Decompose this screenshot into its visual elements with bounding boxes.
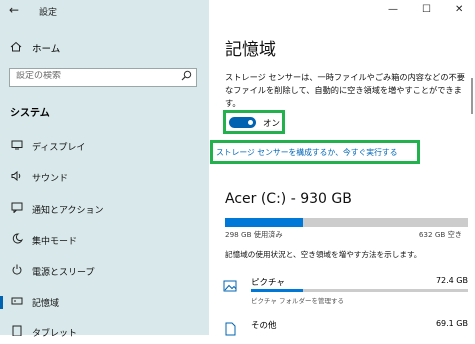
- moon-icon: [10, 233, 24, 247]
- category-size: 72.4 GB: [435, 276, 468, 285]
- free-space-label: 632 GB 空き: [418, 230, 462, 239]
- category-other[interactable]: その他 69.1 GB: [223, 319, 468, 339]
- sidebar-item-sound[interactable]: サウンド: [0, 165, 209, 189]
- drive-usage-fill: [225, 218, 303, 227]
- title-bar: ← 設定: [0, 0, 209, 24]
- back-arrow-icon[interactable]: ←: [9, 3, 19, 17]
- maximize-icon[interactable]: ☐: [422, 4, 431, 15]
- sidebar-item-storage[interactable]: 記憶域: [0, 290, 209, 314]
- close-icon[interactable]: ✕: [455, 4, 463, 15]
- speaker-icon: [10, 170, 24, 184]
- sidebar-item-power[interactable]: 電源とスリープ: [0, 259, 209, 283]
- category-name: その他: [251, 321, 277, 331]
- configure-storage-sense-link[interactable]: ストレージ センサーを構成するか、今すぐ実行する: [216, 147, 398, 158]
- section-title: システム: [10, 108, 50, 119]
- category-usage-fill: [251, 289, 304, 292]
- main-content: — ☐ ✕ 記憶域 ストレージ センサーは、一時ファイルやごみ箱の内容などの不要…: [209, 0, 475, 336]
- sidebar: ← 設定 ホーム システム ディスプレイ サウンド 通知とアクション: [0, 0, 209, 339]
- drive-usage-bar[interactable]: [225, 218, 468, 227]
- category-subtitle: ピクチャ フォルダーを管理する: [251, 297, 345, 305]
- drive-title: Acer (C:) - 930 GB: [225, 191, 352, 207]
- search-icon[interactable]: [181, 70, 192, 84]
- minimize-icon[interactable]: —: [388, 4, 398, 15]
- tablet-icon: [10, 325, 24, 339]
- sidebar-item-display[interactable]: ディスプレイ: [0, 134, 209, 158]
- power-icon: [10, 264, 24, 278]
- sidebar-item-label: ディスプレイ: [32, 142, 86, 153]
- used-space-label: 298 GB 使用済み: [225, 230, 283, 239]
- category-name: ピクチャ: [251, 278, 285, 288]
- storage-sense-toggle-highlight: オン: [223, 110, 285, 134]
- sidebar-item-focus[interactable]: 集中モード: [0, 228, 209, 252]
- sidebar-item-notifications[interactable]: 通知とアクション: [0, 197, 209, 221]
- home-label: ホーム: [32, 44, 61, 55]
- category-size: 69.1 GB: [435, 319, 468, 328]
- scrollbar[interactable]: [471, 78, 473, 114]
- search-input[interactable]: [16, 71, 176, 81]
- sidebar-item-label: 通知とアクション: [32, 205, 104, 216]
- category-pictures[interactable]: ピクチャ 72.4 GB ピクチャ フォルダーを管理する: [223, 276, 468, 306]
- home-icon: [10, 41, 24, 55]
- usage-hint: 記憶域の使用状況と、空き領域を増やす方法を示します。: [225, 250, 422, 259]
- sidebar-item-label: タブレット: [32, 328, 78, 339]
- sidebar-item-label: 記憶域: [32, 298, 60, 309]
- notification-icon: [10, 202, 24, 216]
- category-usage-bar: [251, 289, 468, 292]
- storage-sense-toggle[interactable]: [229, 117, 256, 128]
- sidebar-item-label: 集中モード: [32, 236, 78, 247]
- home-nav[interactable]: ホーム: [10, 41, 60, 55]
- page-title: 記憶域: [225, 40, 276, 60]
- storage-sense-description: ストレージ センサーは、一時ファイルやごみ箱の内容などの不要なファイルを削除して…: [225, 72, 465, 108]
- search-box[interactable]: [9, 68, 197, 87]
- display-icon: [10, 140, 24, 153]
- storage-icon: [10, 296, 24, 309]
- app-title: 設定: [39, 8, 58, 18]
- sidebar-item-label: サウンド: [32, 173, 69, 184]
- sidebar-item-label: 電源とスリープ: [32, 267, 95, 278]
- sidebar-item-tablet[interactable]: タブレット: [0, 320, 209, 344]
- toggle-state-label: オン: [263, 119, 281, 129]
- picture-icon: [223, 278, 239, 294]
- configure-link-highlight: ストレージ センサーを構成するか、今すぐ実行する: [210, 140, 420, 164]
